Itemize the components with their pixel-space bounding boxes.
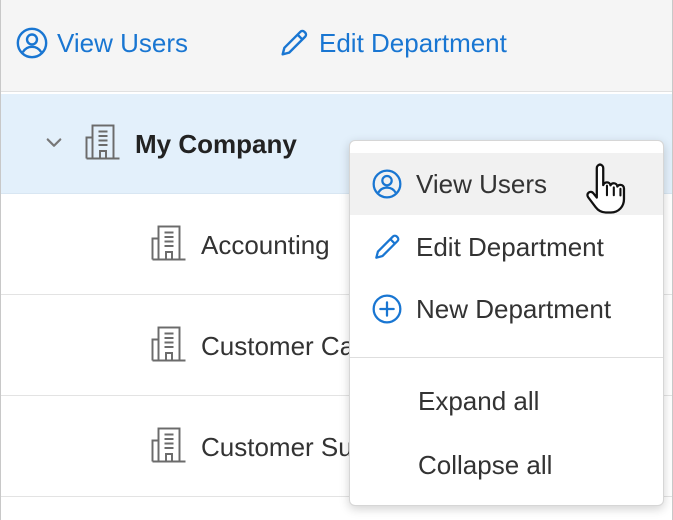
- department-tree-panel: View Users Edit Department My Company Ac…: [0, 0, 673, 520]
- menu-item-label: New Department: [416, 293, 612, 324]
- menu-item-label: Expand all: [418, 385, 540, 416]
- tree-item-label: Accounting: [201, 229, 330, 260]
- building-icon: [151, 324, 187, 369]
- menu-divider: [350, 357, 663, 358]
- menu-item-collapse-all[interactable]: Collapse all: [350, 434, 663, 496]
- building-icon: [151, 223, 187, 268]
- building-icon: [151, 425, 187, 470]
- user-circle-icon: [370, 167, 404, 201]
- view-users-label: View Users: [57, 27, 189, 58]
- menu-item-expand-all[interactable]: Expand all: [350, 370, 663, 432]
- plus-circle-icon: [370, 292, 404, 326]
- toolbar: View Users Edit Department: [1, 0, 672, 92]
- pencil-icon: [277, 26, 311, 60]
- view-users-button[interactable]: View Users: [15, 22, 188, 64]
- edit-department-label: Edit Department: [319, 27, 507, 58]
- chevron-down-icon[interactable]: [39, 127, 85, 162]
- edit-department-button[interactable]: Edit Department: [277, 22, 507, 64]
- menu-item-edit-department[interactable]: Edit Department: [350, 216, 663, 278]
- pencil-icon: [370, 230, 404, 264]
- menu-item-new-department[interactable]: New Department: [350, 278, 663, 340]
- menu-item-label: Collapse all: [418, 449, 553, 480]
- user-circle-icon: [15, 26, 49, 60]
- tree-root-label: My Company: [135, 128, 297, 159]
- menu-item-label: View Users: [416, 168, 548, 199]
- hand-pointer-cursor-icon: [586, 163, 626, 214]
- menu-item-label: Edit Department: [416, 231, 604, 262]
- building-icon: [85, 122, 121, 167]
